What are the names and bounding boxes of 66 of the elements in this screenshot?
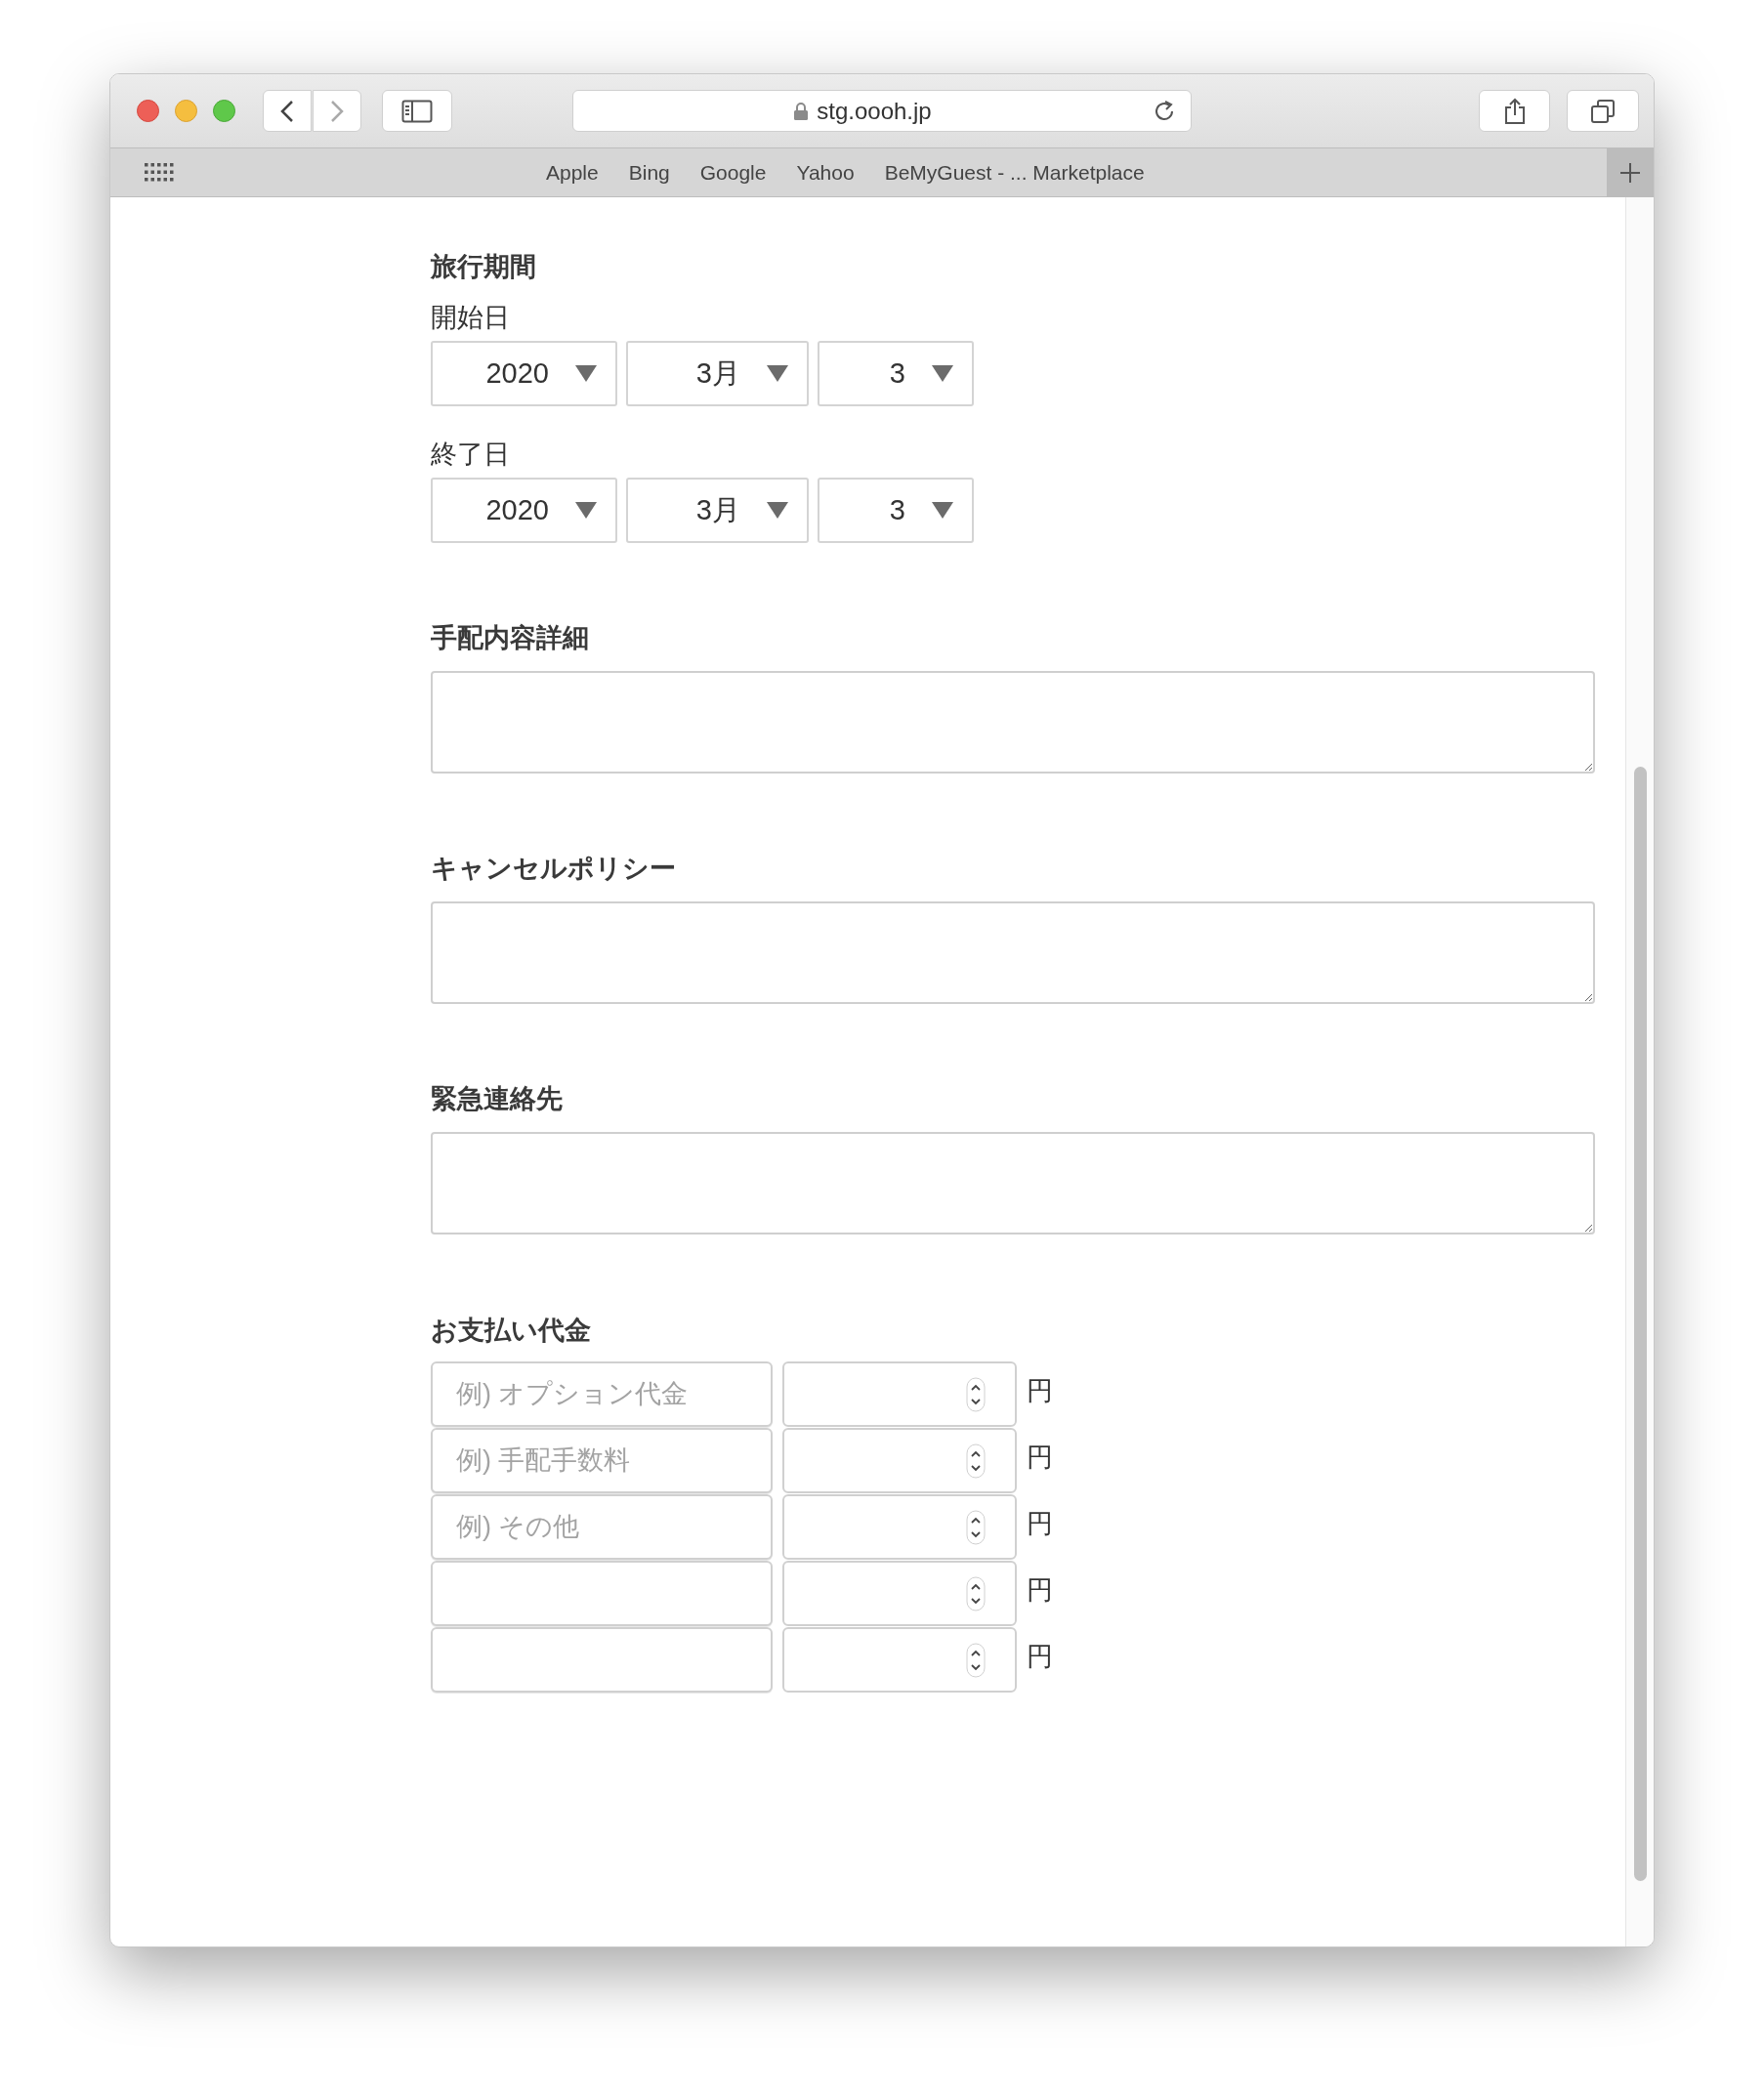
currency-label: 円 — [1027, 1442, 1053, 1474]
bookmark-link[interactable]: Bing — [628, 156, 670, 188]
close-window-button[interactable] — [137, 100, 159, 122]
grid-icon[interactable] — [145, 162, 174, 183]
section-heading: お支払い代金 — [431, 1315, 591, 1346]
section-heading: 緊急連絡先 — [431, 1083, 563, 1114]
item-name-field[interactable]: 例) その他 — [431, 1494, 773, 1560]
field-label: 終了日 — [431, 439, 510, 470]
tabs-icon — [1590, 98, 1616, 124]
currency-label: 円 — [1027, 1375, 1053, 1407]
day-select[interactable]: 3 — [818, 341, 974, 406]
amount-field[interactable] — [782, 1494, 1017, 1560]
tabs-button[interactable] — [1567, 90, 1639, 132]
stepper-icon[interactable] — [966, 1509, 986, 1545]
currency-label: 円 — [1027, 1508, 1053, 1540]
chevron-left-icon — [280, 99, 294, 123]
back-button[interactable] — [263, 90, 312, 132]
bookmark-link[interactable]: Google — [699, 156, 767, 188]
caret-icon — [931, 501, 954, 520]
plus-icon — [1619, 161, 1641, 184]
year-select[interactable]: 2020 — [431, 478, 617, 543]
zoom-window-button[interactable] — [213, 100, 235, 122]
address-bar[interactable]: stg.oooh.jp — [572, 90, 1192, 132]
amount-field[interactable] — [782, 1428, 1017, 1493]
bookmark-link[interactable]: Yahoo — [796, 156, 855, 188]
stepper-icon[interactable] — [966, 1575, 986, 1611]
caret-icon — [766, 364, 789, 383]
section-heading: 手配内容詳細 — [431, 622, 589, 653]
minimize-window-button[interactable] — [175, 100, 197, 122]
stepper-icon[interactable] — [966, 1376, 986, 1412]
section-heading: 旅行期間 — [431, 251, 537, 282]
day-select[interactable]: 3 — [818, 478, 974, 543]
currency-label: 円 — [1027, 1641, 1053, 1673]
item-name-field[interactable]: 例) 手配手数料 — [431, 1428, 773, 1493]
amount-field[interactable] — [782, 1561, 1017, 1626]
text-area[interactable] — [431, 1132, 1595, 1234]
lock-icon — [793, 101, 810, 121]
new-tab-button[interactable] — [1607, 147, 1654, 197]
caret-icon — [766, 501, 789, 520]
chevron-right-icon — [330, 99, 344, 123]
field-label: 開始日 — [431, 302, 510, 333]
item-name-field[interactable] — [431, 1627, 773, 1693]
text-area[interactable] — [431, 671, 1595, 774]
sidebar-button[interactable] — [382, 90, 452, 132]
url-text: stg.oooh.jp — [817, 96, 932, 126]
text-area[interactable] — [431, 901, 1595, 1004]
caret-icon — [574, 364, 598, 383]
caret-icon — [574, 501, 598, 520]
amount-field[interactable] — [782, 1627, 1017, 1693]
bookmark-link[interactable]: BeMyGuest - ... Marketplace — [884, 156, 1145, 188]
scrollbar-thumb[interactable] — [1633, 767, 1647, 1881]
month-select[interactable]: 3月 — [626, 478, 809, 543]
bookmark-link[interactable]: Apple — [546, 156, 599, 188]
sidebar-icon — [401, 99, 433, 123]
stepper-icon[interactable] — [966, 1443, 986, 1479]
share-button[interactable] — [1479, 90, 1550, 132]
item-name-field[interactable]: 例) オプション代金 — [431, 1361, 773, 1427]
stepper-icon[interactable] — [966, 1642, 986, 1678]
share-icon — [1502, 97, 1527, 125]
amount-field[interactable] — [782, 1361, 1017, 1427]
item-name-field[interactable] — [431, 1561, 773, 1626]
caret-icon — [931, 364, 954, 383]
year-select[interactable]: 2020 — [431, 341, 617, 406]
currency-label: 円 — [1027, 1574, 1053, 1607]
section-heading: キャンセルポリシー — [431, 853, 676, 884]
month-select[interactable]: 3月 — [626, 341, 809, 406]
